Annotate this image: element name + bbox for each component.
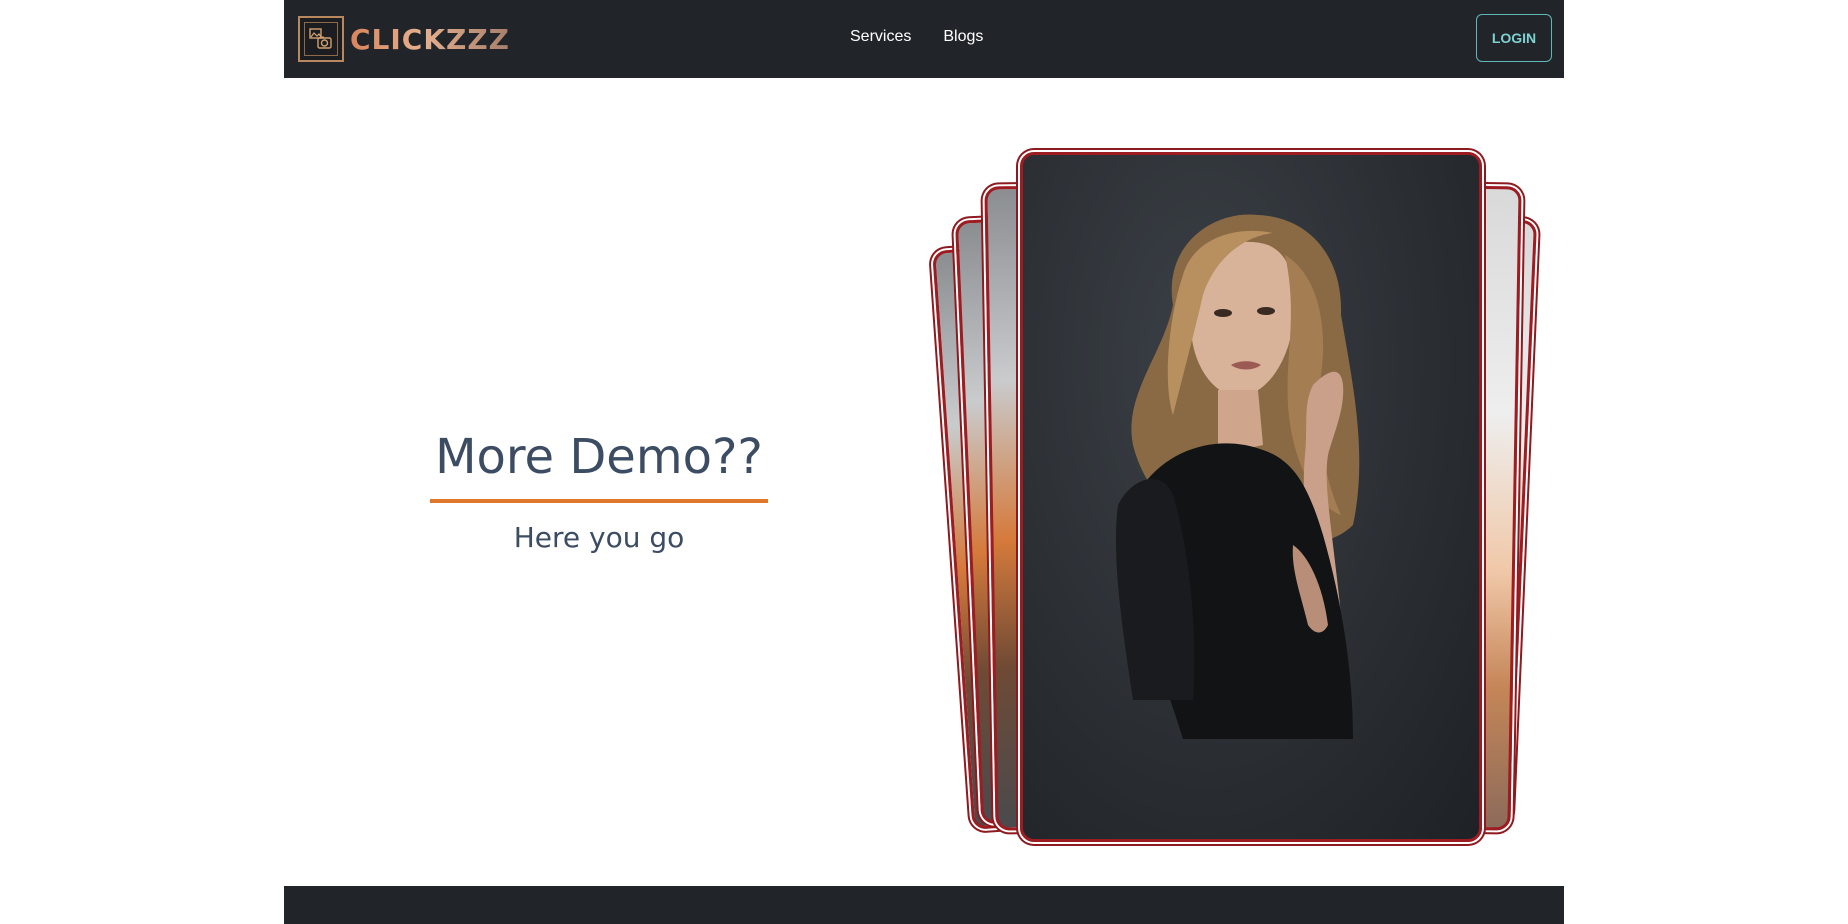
login-button[interactable]: LOGIN (1476, 14, 1552, 62)
nav-links: Services Blogs (850, 28, 983, 46)
camera-photo-frame-icon (298, 16, 344, 62)
nav-link-blogs[interactable]: Blogs (943, 28, 983, 46)
portrait-photo-image[interactable] (1020, 152, 1482, 842)
nav-link-services[interactable]: Services (850, 28, 911, 46)
photo-card-stack[interactable] (924, 148, 1544, 850)
portrait-illustration (1115, 214, 1360, 739)
footer (284, 886, 1564, 924)
page: CLICKZZZ Services Blogs LOGIN More Demo?… (284, 0, 1564, 924)
hero-title: More Demo?? (435, 429, 763, 485)
hero-text: More Demo?? Here you go (430, 429, 768, 555)
brand-name: CLICKZZZ (350, 22, 510, 56)
brand-logo-link[interactable]: CLICKZZZ (298, 14, 510, 64)
hero-divider (430, 499, 768, 504)
navbar: CLICKZZZ Services Blogs LOGIN (284, 0, 1564, 78)
hero-subtitle: Here you go (513, 521, 685, 555)
